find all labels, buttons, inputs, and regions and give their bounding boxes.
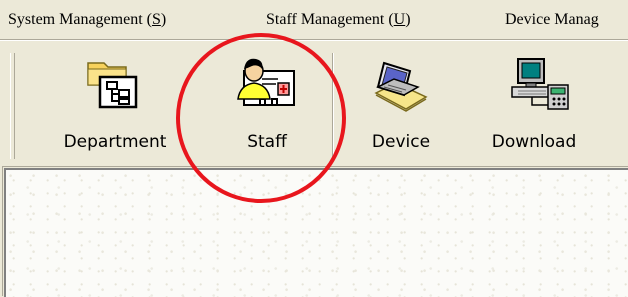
menu-device-management[interactable]: Device Manag — [505, 11, 599, 29]
menu-bar: System Management (S) Staff Management (… — [0, 0, 628, 41]
device-icon — [374, 61, 428, 112]
download-button[interactable]: Download — [474, 51, 594, 161]
department-button[interactable]: Department — [50, 51, 180, 161]
device-label: Device — [371, 132, 431, 152]
device-button[interactable]: Device — [356, 51, 446, 161]
download-icon — [511, 58, 569, 110]
menu-staff-management[interactable]: Staff Management (U) — [266, 11, 411, 29]
download-label: Download — [491, 132, 577, 152]
toolbar: Department Staff Device Download — [0, 41, 628, 165]
staff-icon — [237, 58, 295, 106]
staff-label: Staff — [247, 132, 287, 152]
menu-system-management[interactable]: System Management (S) — [8, 11, 166, 29]
staff-button[interactable]: Staff — [222, 51, 312, 161]
toolbar-grip[interactable] — [10, 53, 15, 159]
department-label: Department — [63, 132, 167, 152]
toolbar-separator — [332, 53, 334, 159]
department-icon — [87, 62, 138, 109]
workspace-area — [4, 168, 628, 297]
